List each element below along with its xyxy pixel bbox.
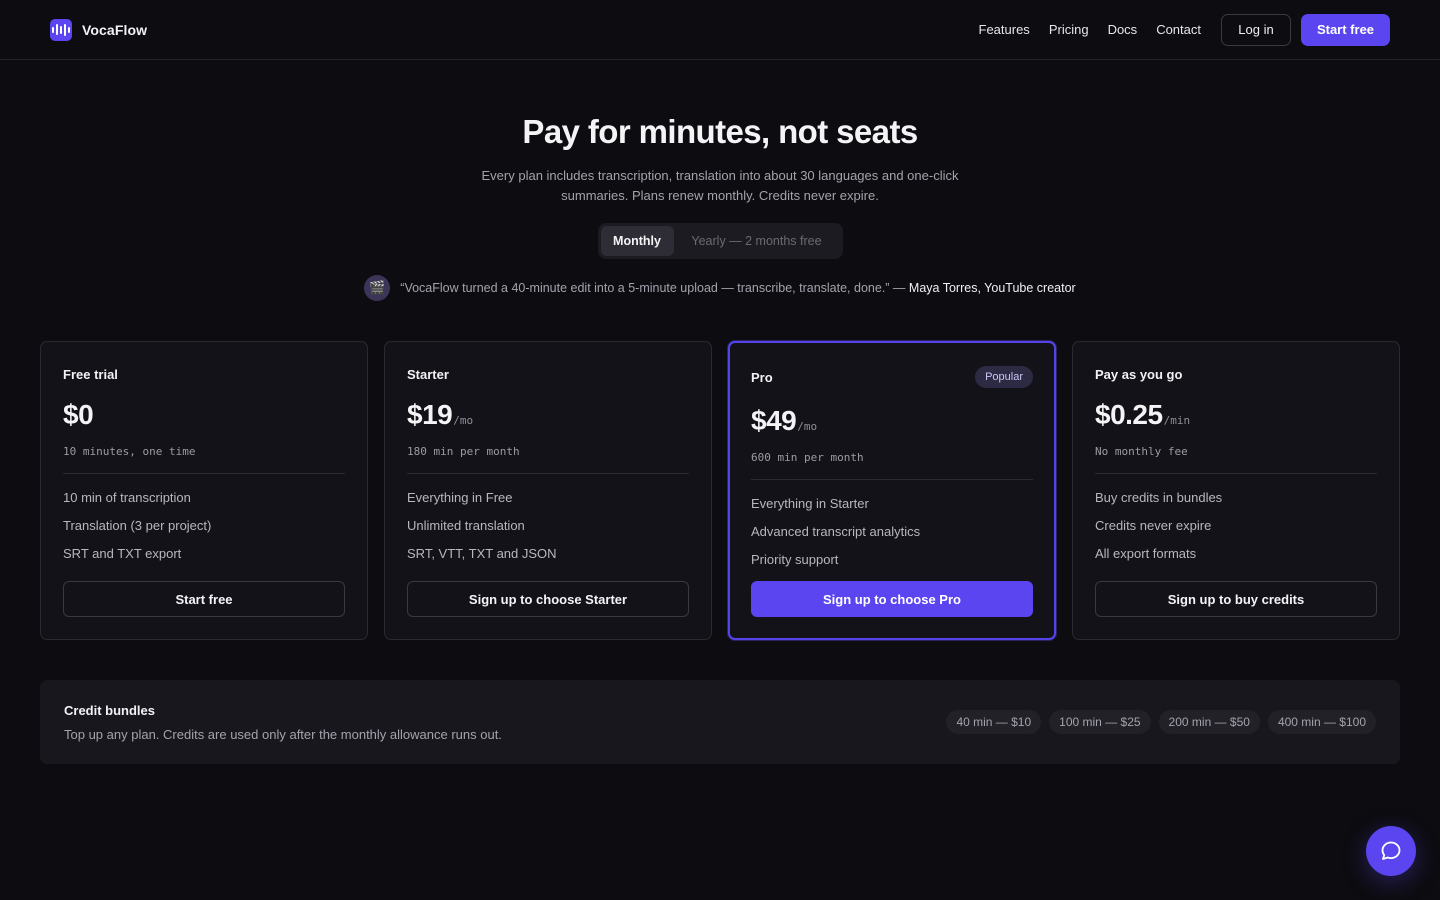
plan-features: Buy credits in bundles Credits never exp… — [1095, 489, 1377, 573]
popular-badge: Popular — [975, 366, 1033, 388]
testimonial-text: “VocaFlow turned a 40-minute edit into a… — [400, 281, 1076, 295]
plan-feature: Translation (3 per project) — [63, 518, 212, 533]
nav-link-pricing[interactable]: Pricing — [1049, 22, 1089, 37]
plan-features: Everything in Free Unlimited translation… — [407, 489, 689, 573]
chat-bubble-icon — [1381, 841, 1401, 860]
buy-credits-button[interactable]: Sign up to buy credits — [1095, 581, 1377, 617]
plan-allowance: 600 min per month — [751, 451, 1033, 480]
pricing-cards: Free trial $0 10 minutes, one time 10 mi… — [40, 341, 1400, 640]
nav-link-contact[interactable]: Contact — [1156, 22, 1201, 37]
nav-link-docs[interactable]: Docs — [1108, 22, 1138, 37]
clapper-board-icon: 🎬 — [364, 275, 391, 301]
billing-toggle: Monthly Yearly — 2 months free — [597, 223, 843, 259]
plan-allowance: No monthly fee — [1095, 445, 1377, 474]
billing-option-monthly[interactable]: Monthly — [600, 226, 674, 256]
brand-name: VocaFlow — [82, 21, 148, 38]
bundle-chip-200[interactable]: 200 min — $50 — [1158, 710, 1260, 734]
plan-card-pro: Pro Popular $49/mo 600 min per month Eve… — [728, 341, 1056, 640]
plan-name: Pro — [751, 369, 773, 385]
plan-unit: /mo — [797, 420, 818, 433]
brand[interactable]: VocaFlow — [50, 18, 148, 41]
plan-name: Pay as you go — [1095, 366, 1183, 382]
login-button[interactable]: Log in — [1221, 13, 1291, 46]
plan-name: Starter — [407, 366, 449, 382]
plan-feature: Credits never expire — [1095, 518, 1212, 533]
plan-card-free: Free trial $0 10 minutes, one time 10 mi… — [40, 341, 368, 640]
plan-card-payg: Pay as you go $0.25/min No monthly fee B… — [1072, 341, 1400, 640]
bundles-title: Credit bundles — [64, 702, 156, 718]
plan-unit: /min — [1163, 414, 1191, 427]
plan-allowance: 180 min per month — [407, 445, 689, 474]
page-title: Pay for minutes, not seats — [522, 113, 918, 150]
plan-features: 10 min of transcription Translation (3 p… — [63, 489, 345, 573]
hero-subtitle: Every plan includes transcription, trans… — [481, 168, 959, 203]
plan-feature: 10 min of transcription — [63, 490, 191, 505]
plan-feature: All export formats — [1095, 546, 1197, 561]
plan-feature: Priority support — [751, 552, 839, 567]
nav-link-features[interactable]: Features — [979, 22, 1030, 37]
bundle-options: 40 min — $10 100 min — $25 200 min — $50… — [946, 710, 1376, 734]
plan-feature: Unlimited translation — [407, 518, 525, 533]
hero: Pay for minutes, not seats Every plan in… — [0, 113, 1440, 301]
chat-launcher-button[interactable] — [1366, 826, 1416, 876]
plan-feature: Advanced transcript analytics — [751, 524, 921, 539]
plan-allowance: 10 minutes, one time — [63, 445, 345, 474]
plan-feature: Everything in Free — [407, 490, 513, 505]
plan-price: $0.25 — [1095, 399, 1163, 430]
plan-feature: Buy credits in bundles — [1095, 490, 1223, 505]
start-free-button[interactable]: Start free — [1301, 13, 1390, 46]
plan-price: $49 — [751, 405, 797, 436]
plan-feature: Everything in Starter — [751, 496, 869, 511]
plan-name: Free trial — [63, 366, 118, 382]
billing-option-yearly[interactable]: Yearly — 2 months free — [674, 226, 840, 256]
plan-price: $0 — [63, 399, 94, 430]
nav-links: Features Pricing Docs Contact Log in Sta… — [979, 13, 1390, 46]
plan-card-starter: Starter $19/mo 180 min per month Everyth… — [384, 341, 712, 640]
bundles-info: Credit bundles Top up any plan. Credits … — [64, 703, 502, 742]
plan-unit: /mo — [453, 414, 474, 427]
plan-feature: SRT, VTT, TXT and JSON — [407, 546, 557, 561]
plan-features: Everything in Starter Advanced transcrip… — [751, 495, 1033, 579]
testimonial: 🎬 “VocaFlow turned a 40-minute edit into… — [0, 275, 1440, 301]
choose-pro-button[interactable]: Sign up to choose Pro — [751, 581, 1033, 617]
top-nav: VocaFlow Features Pricing Docs Contact L… — [0, 0, 1440, 60]
bundles-description: Top up any plan. Credits are used only a… — [64, 726, 502, 742]
testimonial-author: Maya Torres, YouTube creator — [908, 281, 1076, 295]
plan-feature: SRT and TXT export — [63, 546, 182, 561]
choose-starter-button[interactable]: Sign up to choose Starter — [407, 581, 689, 617]
plan-price: $19 — [407, 399, 453, 430]
bundle-chip-100[interactable]: 100 min — $25 — [1049, 710, 1151, 734]
credit-bundles: Credit bundles Top up any plan. Credits … — [40, 680, 1400, 764]
bundle-chip-400[interactable]: 400 min — $100 — [1267, 710, 1376, 734]
audio-wave-icon — [50, 18, 72, 41]
bundle-chip-40[interactable]: 40 min — $10 — [946, 710, 1042, 734]
start-free-plan-button[interactable]: Start free — [63, 581, 345, 617]
